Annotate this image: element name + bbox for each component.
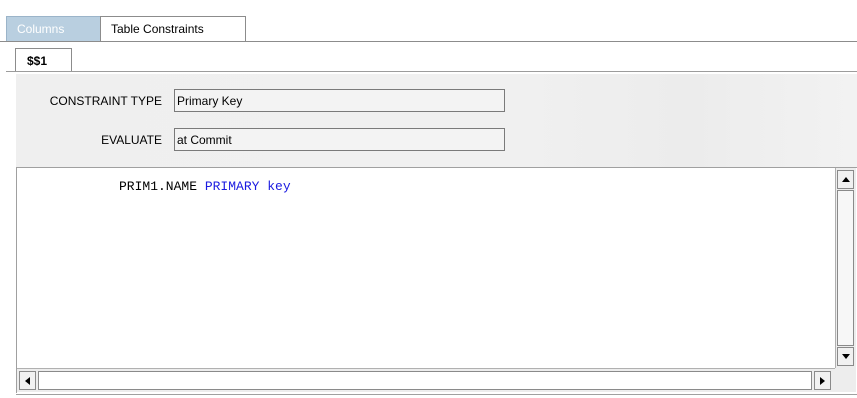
vertical-scrollbar[interactable] — [835, 168, 856, 368]
outer-tab-strip: Columns Table Constraints — [0, 0, 857, 42]
triangle-left-icon — [25, 376, 30, 385]
tab-columns[interactable]: Columns — [6, 16, 101, 41]
evaluate-field[interactable] — [174, 128, 505, 151]
triangle-up-icon — [841, 177, 850, 182]
scroll-up-button[interactable] — [837, 170, 854, 189]
constraint-type-label: CONSTRAINT TYPE — [49, 94, 162, 108]
code-line: PRIM1.NAME PRIMARY key — [119, 179, 291, 194]
inner-tab-strip: $$1 — [6, 42, 857, 74]
code-identifier: PRIM1.NAME — [119, 179, 198, 194]
tab-table-constraints[interactable]: Table Constraints — [100, 16, 246, 42]
scroll-left-button[interactable] — [19, 371, 36, 390]
evaluate-label: EVALUATE — [101, 133, 162, 147]
inner-tab-divider — [6, 71, 857, 72]
scroll-corner — [835, 368, 856, 392]
triangle-right-icon — [820, 376, 825, 385]
bottom-divider — [16, 394, 857, 395]
vertical-scroll-thumb[interactable] — [837, 190, 854, 346]
constraint-form: CONSTRAINT TYPE EVALUATE — [16, 74, 857, 167]
scroll-down-button[interactable] — [837, 347, 854, 366]
sql-editor[interactable]: PRIM1.NAME PRIMARY key — [16, 167, 857, 393]
tab-constraint-1[interactable]: $$1 — [15, 48, 72, 72]
code-keyword: PRIMARY key — [204, 179, 291, 194]
constraint-type-field[interactable] — [174, 89, 505, 112]
triangle-down-icon — [841, 354, 850, 359]
scroll-right-button[interactable] — [814, 371, 831, 390]
horizontal-scrollbar[interactable] — [17, 368, 835, 392]
horizontal-scroll-thumb[interactable] — [38, 371, 812, 390]
